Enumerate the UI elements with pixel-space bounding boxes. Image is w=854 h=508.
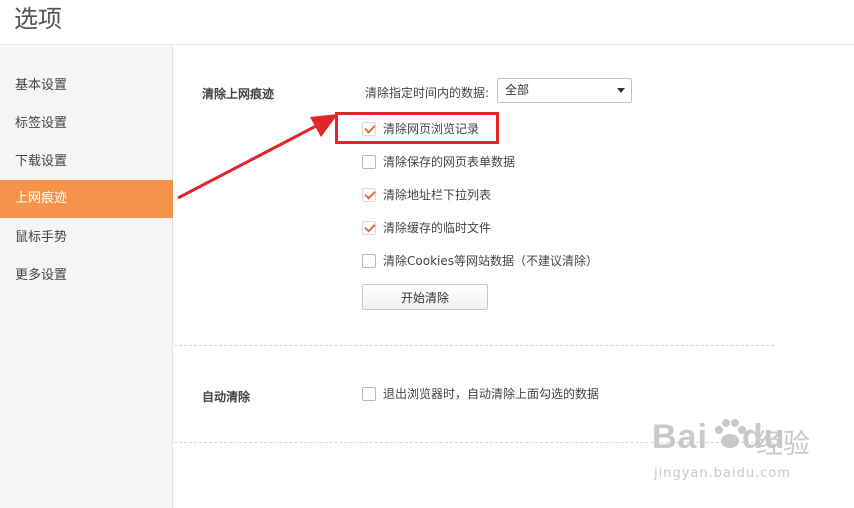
watermark: Bai du 经验 jingyan.baidu.com bbox=[652, 418, 812, 494]
option-label: 清除Cookies等网站数据（不建议清除） bbox=[383, 254, 598, 268]
page-title: 选项 bbox=[14, 5, 62, 33]
watermark-url: jingyan.baidu.com bbox=[654, 466, 791, 481]
checkbox-auto-clear-on-exit[interactable] bbox=[362, 387, 376, 401]
section-divider bbox=[174, 345, 774, 346]
time-range-select[interactable]: 全部 bbox=[497, 78, 632, 103]
option-label: 清除缓存的临时文件 bbox=[383, 221, 492, 235]
paw-icon bbox=[715, 419, 746, 448]
sidebar: 基本设置 标签设置 下载设置 上网痕迹 鼠标手势 更多设置 bbox=[0, 46, 173, 508]
watermark-brand: 经验 bbox=[756, 429, 810, 460]
clear-section-title: 清除上网痕迹 bbox=[202, 87, 275, 101]
annotation-highlight-box bbox=[335, 112, 499, 144]
checkbox-address-bar-list[interactable] bbox=[362, 188, 376, 202]
sidebar-item-tabs[interactable]: 标签设置 bbox=[0, 105, 173, 143]
sidebar-item-download[interactable]: 下载设置 bbox=[0, 143, 173, 181]
time-range-value: 全部 bbox=[505, 83, 530, 97]
auto-clear-section-title: 自动清除 bbox=[202, 390, 251, 404]
sidebar-item-more[interactable]: 更多设置 bbox=[0, 257, 173, 295]
option-label: 退出浏览器时，自动清除上面勾选的数据 bbox=[383, 387, 600, 401]
sidebar-item-mouse-gestures[interactable]: 鼠标手势 bbox=[0, 219, 173, 257]
chevron-down-icon bbox=[617, 88, 625, 93]
annotation-arrow-icon bbox=[177, 114, 338, 200]
title-bar: 选项 bbox=[0, 0, 854, 45]
checkbox-form-data[interactable] bbox=[362, 155, 376, 169]
time-range-label: 清除指定时间内的数据: bbox=[365, 86, 490, 100]
sidebar-item-basic[interactable]: 基本设置 bbox=[0, 67, 173, 105]
option-label: 清除地址栏下拉列表 bbox=[383, 188, 492, 202]
start-clear-button[interactable]: 开始清除 bbox=[362, 284, 488, 310]
sidebar-item-browsing-traces[interactable]: 上网痕迹 bbox=[0, 180, 173, 218]
checkbox-cookies[interactable] bbox=[362, 254, 376, 268]
checkbox-cache-files[interactable] bbox=[362, 221, 376, 235]
option-label: 清除保存的网页表单数据 bbox=[383, 155, 516, 169]
